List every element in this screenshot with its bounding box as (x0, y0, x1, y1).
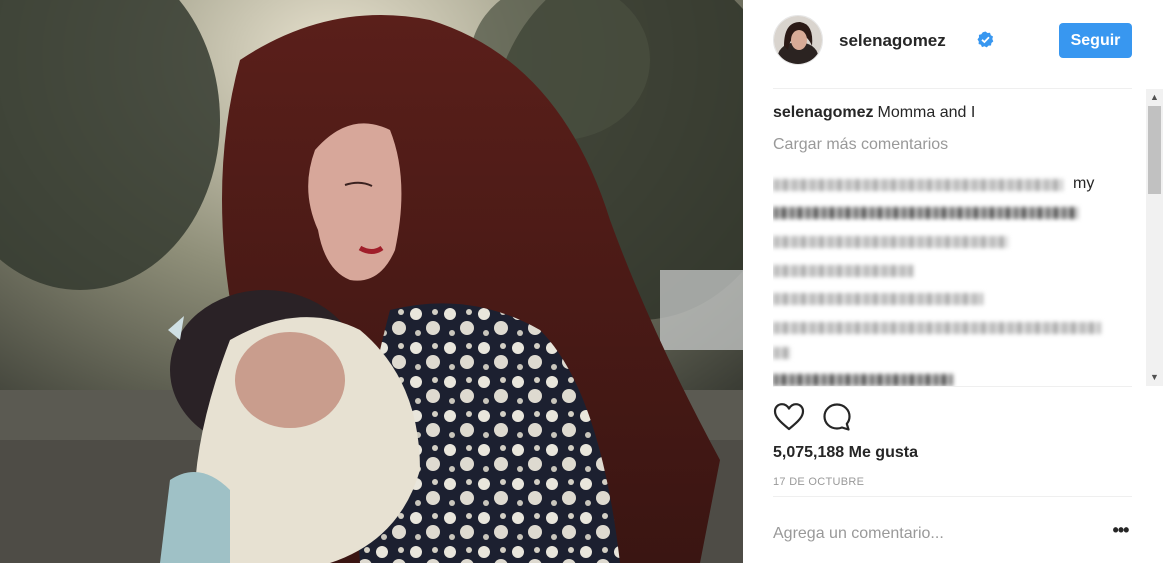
blurred-comment (773, 179, 1063, 191)
blurred-comment (773, 347, 791, 359)
caption: selenagomez Momma and I (773, 103, 1132, 123)
blurred-comment (773, 236, 1008, 248)
heart-icon[interactable] (773, 402, 805, 432)
blurred-comment (773, 293, 983, 305)
verified-badge-icon (977, 31, 994, 48)
comment-input[interactable] (773, 519, 1093, 549)
blurred-comment (773, 322, 1101, 334)
caption-text: Momma and I (877, 104, 976, 121)
scroll-down-arrow-icon[interactable]: ▼ (1146, 369, 1163, 386)
caption-username[interactable]: selenagomez (773, 104, 873, 121)
post-header: selenagomez Seguir (773, 0, 1132, 89)
post-photo-image (0, 0, 743, 563)
comment-visible-tail: my (1073, 175, 1095, 192)
follow-button[interactable]: Seguir (1059, 23, 1132, 58)
post-sidebar: selenagomez Seguir selenagomez Momma and … (743, 0, 1165, 563)
likes-count[interactable]: 5,075,188 Me gusta (773, 444, 918, 462)
header-username[interactable]: selenagomez (839, 31, 946, 51)
scroll-up-arrow-icon[interactable]: ▲ (1146, 89, 1163, 106)
avatar[interactable] (773, 15, 823, 65)
avatar-image (774, 16, 822, 64)
post-photo[interactable] (0, 0, 743, 563)
comments-scrollbar[interactable]: ▲ ▼ (1146, 89, 1163, 386)
load-more-comments-link[interactable]: Cargar más comentarios (773, 136, 1132, 154)
blurred-comment (773, 207, 1078, 219)
blurred-comment (773, 374, 953, 386)
add-comment-section: ••• (773, 496, 1132, 564)
comments-list: selenagomez Momma and I Cargar más coment… (773, 103, 1132, 387)
more-options-button[interactable]: ••• (1109, 521, 1132, 543)
post-actions: 5,075,188 Me gusta 17 DE OCTUBRE (773, 386, 1132, 497)
scroll-thumb[interactable] (1148, 106, 1161, 194)
comment-bubble-icon[interactable] (822, 402, 852, 432)
blurred-comment (773, 265, 913, 277)
post-date[interactable]: 17 DE OCTUBRE (773, 476, 864, 488)
